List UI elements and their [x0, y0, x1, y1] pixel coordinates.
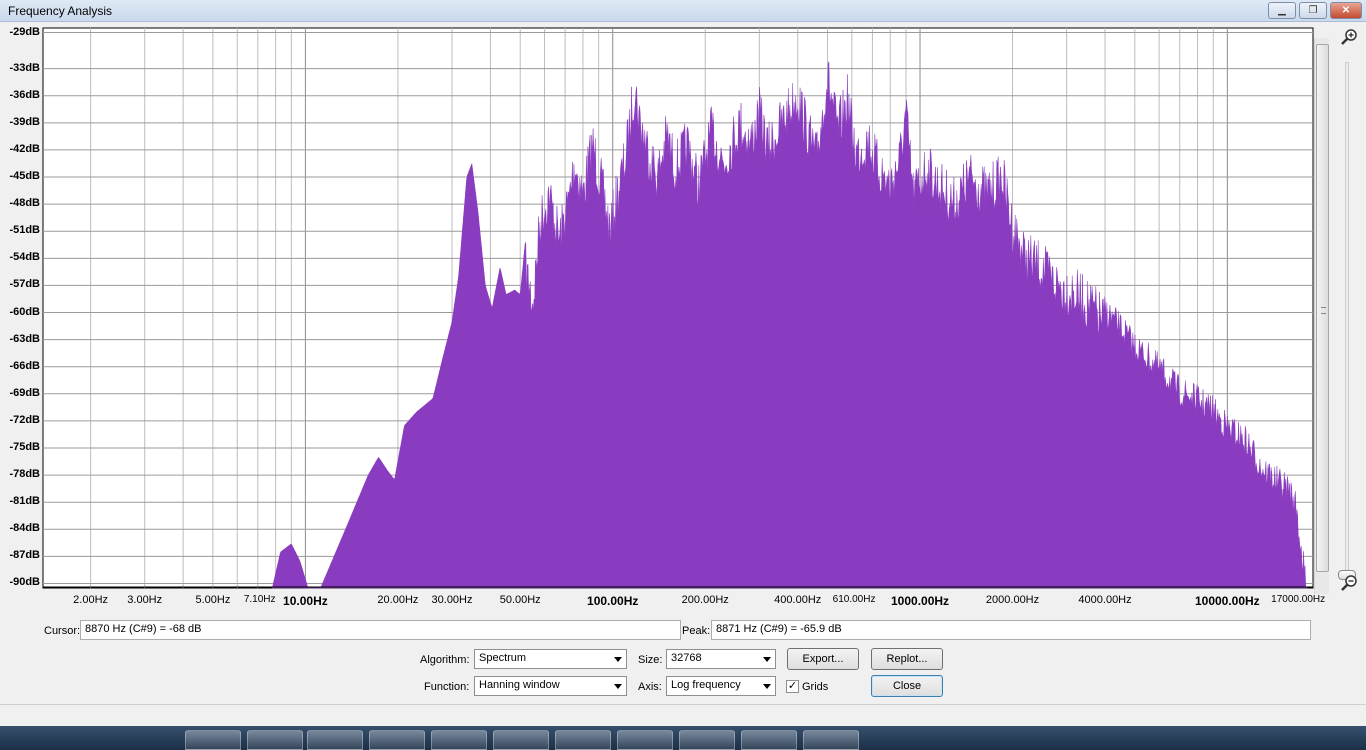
chevron-down-icon [763, 657, 771, 662]
peak-readout: 8871 Hz (C#9) = -65.9 dB [711, 620, 1311, 640]
x-tick-label: 3.00Hz [127, 594, 163, 606]
vertical-scrollbar[interactable] [1314, 38, 1329, 594]
y-tick-label: -57dB [9, 278, 40, 291]
peak-label: Peak: [682, 625, 711, 637]
y-tick-label: -51dB [9, 224, 40, 237]
x-tick-label: 5.00Hz [195, 594, 231, 606]
x-tick-label: 30.00Hz [431, 594, 473, 606]
taskbar-app-button[interactable] [741, 730, 797, 750]
y-tick-label: -48dB [9, 197, 40, 210]
y-tick-label: -42dB [9, 142, 40, 155]
x-tick-label: 400.00Hz [774, 594, 822, 606]
y-tick-label: -78dB [9, 468, 40, 481]
grids-checkbox[interactable]: ✓ [786, 680, 799, 693]
y-tick-label: -36dB [9, 88, 40, 101]
y-tick-label: -75dB [9, 441, 40, 453]
y-tick-label: -60dB [9, 305, 40, 318]
close-icon: ✕ [1341, 5, 1351, 16]
x-tick-label: 50.00Hz [499, 594, 541, 606]
y-tick-label: -45dB [9, 170, 40, 183]
taskbar-app-button[interactable] [185, 730, 241, 750]
axis-label: Axis: [638, 681, 662, 693]
y-tick-label: -66dB [9, 359, 40, 372]
x-tick-label: 200.00Hz [681, 594, 729, 606]
zoom-slider-track[interactable] [1345, 62, 1349, 582]
taskbar-app-button[interactable] [247, 730, 303, 750]
scrollbar-thumb[interactable] [1316, 44, 1329, 572]
minimize-button[interactable]: ▁ [1268, 2, 1296, 19]
y-tick-label: -90dB [9, 576, 40, 589]
restore-icon: ❐ [1308, 5, 1318, 16]
checkmark-icon: ✓ [787, 680, 798, 692]
export-button[interactable]: Export... [787, 648, 859, 670]
status-bar [0, 704, 1366, 726]
x-tick-label: 10.00Hz [283, 594, 328, 608]
chevron-down-icon [614, 684, 622, 689]
axis-select[interactable]: Log frequency [666, 676, 776, 696]
close-window-button[interactable]: ✕ [1330, 2, 1362, 19]
y-tick-label: -69dB [9, 386, 40, 399]
close-button[interactable]: Close [871, 675, 943, 697]
minimize-icon: ▁ [1278, 5, 1286, 16]
algorithm-label: Algorithm: [420, 654, 470, 666]
plot-area: -29dB -33dB -36dB -39dB -42dB -45dB -48dB -51dB… [0, 22, 1366, 617]
y-tick-label: -87dB [9, 549, 40, 562]
cursor-readout: 8870 Hz (C#9) = -68 dB [80, 620, 681, 640]
taskbar-app-button[interactable] [307, 730, 363, 750]
function-value: Hanning window [479, 679, 560, 691]
chevron-down-icon [763, 684, 771, 689]
y-tick-label: -72dB [9, 413, 40, 426]
taskbar-app-button[interactable] [555, 730, 611, 750]
taskbar [0, 726, 1366, 750]
y-tick-label: -33dB [9, 61, 40, 74]
x-tick-label: 610.00Hz [832, 594, 876, 605]
x-tick-label: 4000.00Hz [1078, 594, 1132, 606]
taskbar-app-button[interactable] [431, 730, 487, 750]
x-tick-label: 2000.00Hz [985, 594, 1040, 606]
axis-value: Log frequency [671, 679, 741, 691]
taskbar-app-button[interactable] [493, 730, 549, 750]
function-select[interactable]: Hanning window [474, 676, 627, 696]
taskbar-app-button[interactable] [679, 730, 735, 750]
algorithm-value: Spectrum [479, 652, 527, 664]
algorithm-select[interactable]: Spectrum [474, 649, 627, 669]
restore-button[interactable]: ❐ [1299, 2, 1327, 19]
zoom-in-icon[interactable] [1340, 28, 1358, 46]
y-tick-label: -29dB [9, 25, 40, 38]
x-tick-label: 7.10Hz [243, 594, 276, 605]
x-tick-label: 1000.00Hz [890, 594, 950, 608]
replot-button[interactable]: Replot... [871, 648, 943, 670]
x-tick-label: 20.00Hz [377, 594, 419, 606]
taskbar-app-button[interactable] [617, 730, 673, 750]
y-tick-label: -81dB [9, 495, 40, 508]
function-label: Function: [424, 681, 470, 693]
x-tick-label: 100.00Hz [587, 594, 639, 608]
x-tick-label: 2.00Hz [73, 594, 109, 606]
size-value: 32768 [671, 652, 702, 664]
x-tick-label: 10000.00Hz [1194, 594, 1260, 608]
cursor-label: Cursor: [44, 625, 81, 637]
y-tick-label: -63dB [9, 332, 40, 345]
title-bar: Frequency Analysis ▁ ❐ ✕ [0, 0, 1366, 22]
taskbar-app-button[interactable] [369, 730, 425, 750]
scrollbar-grip [1321, 307, 1326, 314]
grids-label: Grids [802, 681, 829, 693]
y-tick-label: -84dB [9, 522, 40, 535]
y-tick-label: -39dB [9, 115, 40, 128]
spectrum-plot[interactable] [0, 22, 1366, 617]
y-tick-label: -54dB [9, 251, 40, 264]
chevron-down-icon [614, 657, 622, 662]
size-select[interactable]: 32768 [666, 649, 776, 669]
x-tick-label: 17000.00Hz [1271, 594, 1326, 605]
taskbar-app-button[interactable] [803, 730, 859, 750]
size-label: Size: [638, 654, 663, 666]
zoom-out-icon[interactable] [1340, 574, 1358, 592]
window-title: Frequency Analysis [8, 4, 113, 18]
